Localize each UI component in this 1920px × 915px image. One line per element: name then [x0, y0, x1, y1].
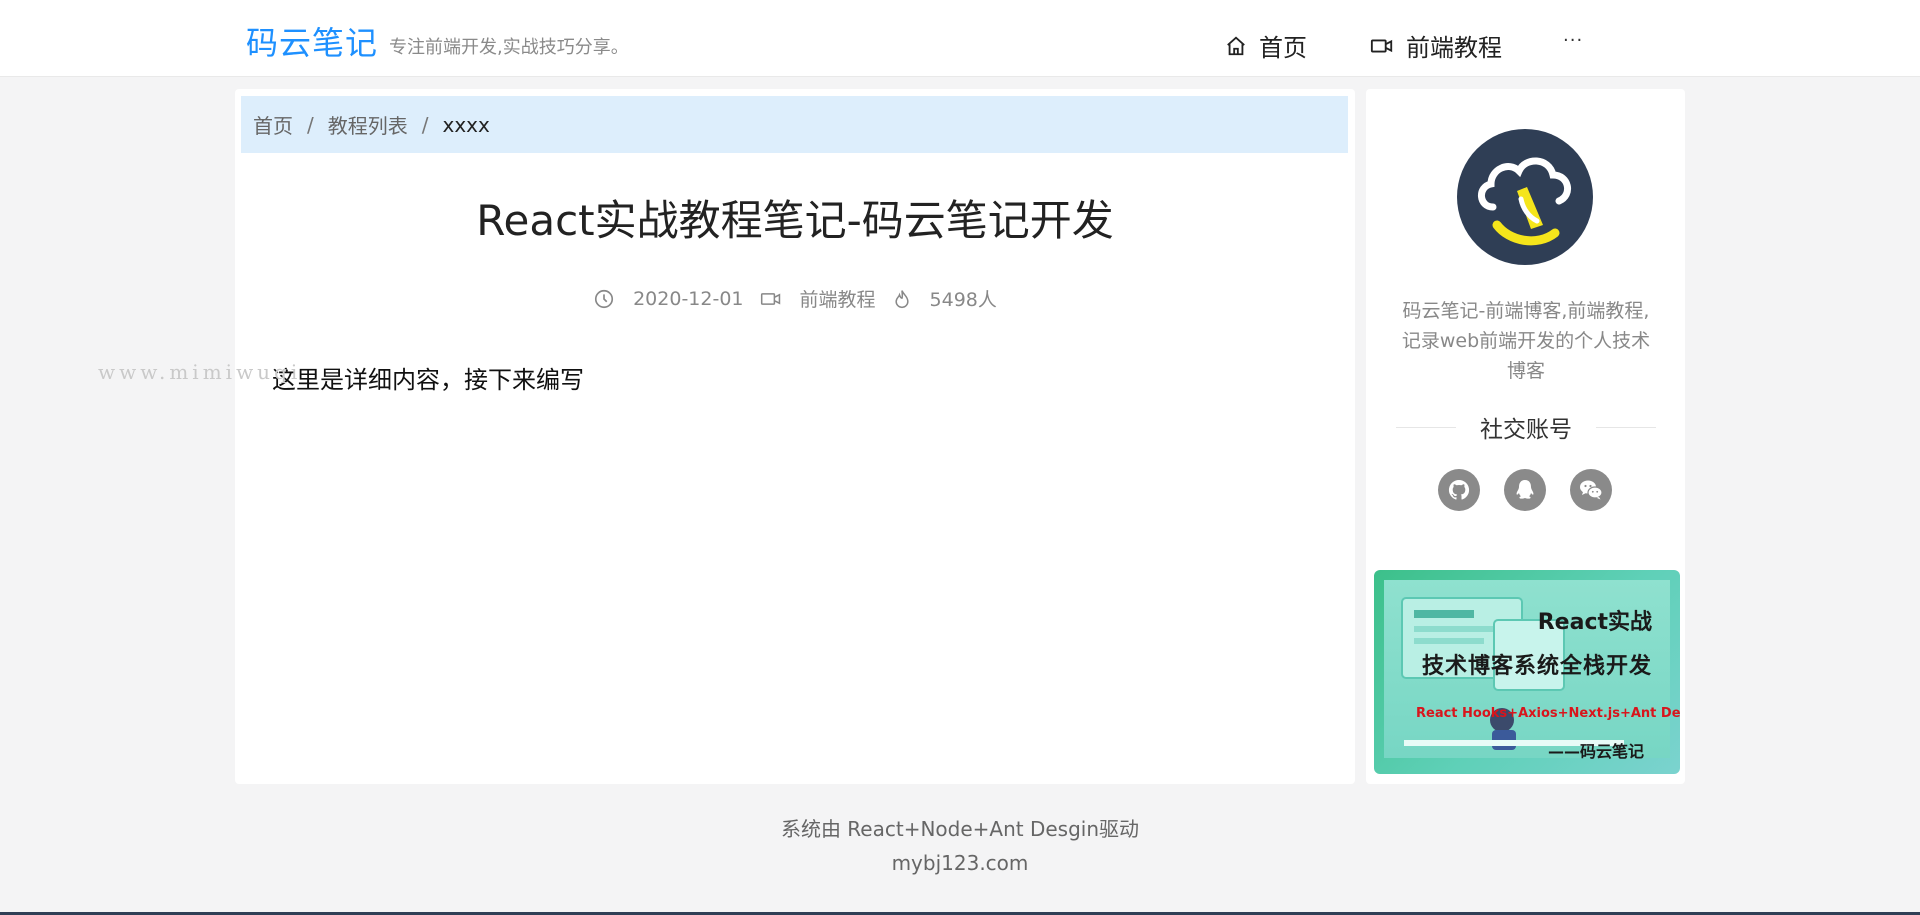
breadcrumb-list[interactable]: 教程列表	[328, 110, 408, 139]
meta-date-text: 2020-12-01	[633, 287, 744, 310]
video-icon	[1370, 39, 1393, 52]
breadcrumb-current: xxxx	[442, 112, 490, 137]
breadcrumb: 首页 / 教程列表 / xxxx	[241, 96, 1348, 153]
qq-icon	[1516, 480, 1534, 499]
clock-icon	[595, 289, 614, 308]
qq-link[interactable]	[1504, 469, 1546, 511]
github-link[interactable]	[1438, 469, 1480, 511]
site-slogan: 专注前端开发,实战技巧分享。	[389, 37, 629, 58]
wechat-icon	[1580, 480, 1603, 500]
meta-category: 前端教程	[760, 285, 876, 312]
site-logo[interactable]: 码云笔记	[246, 18, 378, 64]
article-meta: 2020-12-01 前端教程 5498人	[235, 285, 1355, 312]
fire-icon	[894, 289, 909, 308]
social-links	[1438, 469, 1612, 511]
watermark-text: www.mimiwuqi	[98, 360, 302, 384]
nav-home[interactable]: 首页	[1225, 28, 1307, 63]
banner-signature: ——码云笔记	[1547, 742, 1644, 761]
author-avatar	[1457, 129, 1593, 265]
banner-tech-stack: React Hooks+Axios+Next.js+Ant Desgin...	[1416, 706, 1680, 721]
breadcrumb-separator: /	[307, 112, 314, 137]
breadcrumb-separator: /	[421, 112, 429, 137]
video-icon	[760, 292, 780, 305]
breadcrumb-home[interactable]: 首页	[253, 110, 293, 139]
wechat-link[interactable]	[1570, 469, 1612, 511]
footer-domain: mybj123.com	[891, 851, 1029, 875]
meta-category-text: 前端教程	[799, 289, 876, 311]
meta-date: 2020-12-01	[593, 287, 744, 310]
meta-views-text: 5498人	[929, 289, 997, 311]
social-heading-text: 社交账号	[1480, 417, 1572, 443]
article-card: 首页 / 教程列表 / xxxx React实战教程笔记-码云笔记开发 2020…	[235, 89, 1355, 784]
article-content: 这里是详细内容，接下来编写	[272, 366, 584, 394]
home-icon	[1227, 36, 1245, 55]
footer-powered-by: 系统由 React+Node+Ant Desgin驱动	[780, 817, 1140, 841]
article-title: React实战教程笔记-码云笔记开发	[476, 196, 1114, 245]
banner-subtitle: 技术博客系统全栈开发	[1421, 654, 1652, 679]
social-heading: 社交账号	[1396, 410, 1656, 444]
banner-background: React实战 技术博客系统全栈开发 React Hooks+Axios+Nex…	[1384, 580, 1680, 761]
banner-title: React实战	[1537, 610, 1652, 635]
author-description: 码云笔记-前端博客,前端教程,记录web前端开发的个人技术博客	[1401, 300, 1651, 382]
nav-home-label: 首页	[1259, 34, 1307, 62]
nav-tutorials[interactable]: 前端教程	[1370, 28, 1502, 63]
github-icon	[1448, 479, 1470, 500]
nav-more-button[interactable]: ···	[1563, 30, 1583, 51]
meta-views: 5498人	[892, 285, 997, 312]
cloud-logo-icon	[1478, 157, 1571, 246]
top-header: 码云笔记 专注前端开发,实战技巧分享。 首页 前端教程 ···	[0, 0, 1920, 77]
nav-tutorials-label: 前端教程	[1406, 34, 1502, 62]
course-banner[interactable]: React实战 技术博客系统全栈开发 React Hooks+Axios+Nex…	[1374, 570, 1680, 774]
author-sidebar: 码云笔记-前端博客,前端教程,记录web前端开发的个人技术博客 社交账号 Rea…	[1366, 89, 1685, 784]
site-footer: 系统由 React+Node+Ant Desgin驱动 mybj123.com	[0, 812, 1920, 880]
